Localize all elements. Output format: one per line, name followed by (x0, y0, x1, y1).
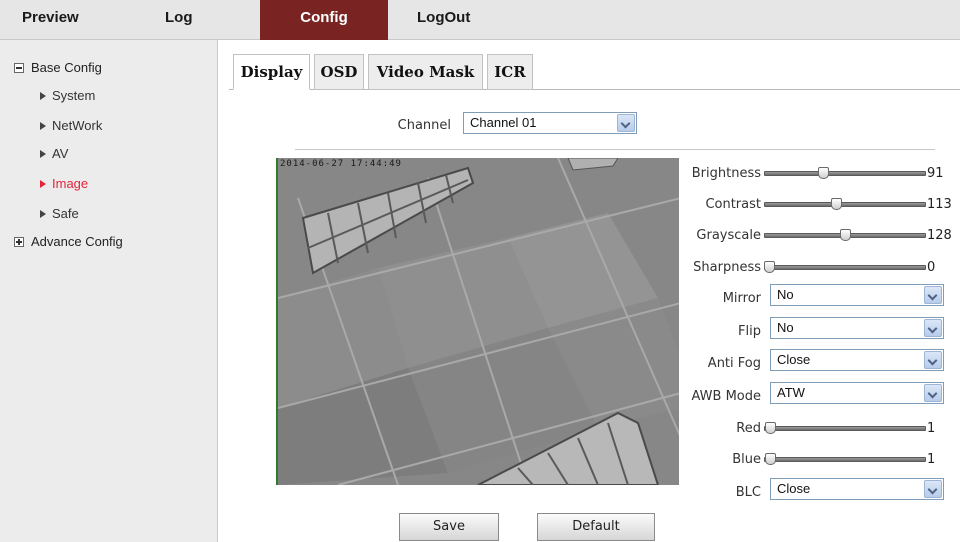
nav-config[interactable]: Config (260, 0, 388, 40)
contrast-value: 113 (927, 197, 952, 212)
sidebar-item-label: NetWork (52, 118, 103, 133)
tree-group-label: Advance Config (31, 234, 123, 249)
slider-thumb[interactable] (764, 261, 775, 273)
chevron-down-icon (924, 319, 942, 337)
contrast-label: Contrast (705, 197, 761, 212)
video-preview[interactable]: 2014-06-27 17:44:49 (276, 158, 679, 485)
save-button[interactable]: Save (399, 513, 499, 541)
tab-display[interactable]: Display (233, 54, 310, 90)
main-content: Display OSD Video Mask ICR Channel Chann… (229, 54, 960, 542)
brightness-slider[interactable] (764, 167, 926, 181)
red-value: 1 (927, 421, 936, 436)
sidebar-item-system[interactable]: System (40, 88, 95, 103)
anti-fog-select-value: Close (777, 352, 811, 367)
channel-select[interactable]: Channel 01 (463, 112, 637, 134)
sidebar-item-safe[interactable]: Safe (40, 206, 79, 221)
grayscale-slider[interactable] (764, 229, 926, 243)
slider-track (764, 457, 926, 462)
sharpness-slider[interactable] (764, 261, 926, 275)
brightness-value: 91 (927, 166, 944, 181)
nav-logout[interactable]: LogOut (417, 0, 497, 40)
chevron-down-icon (924, 480, 942, 498)
sidebar-item-image[interactable]: Image (40, 176, 88, 191)
sidebar-item-label: Image (52, 176, 89, 191)
red-label: Red (736, 421, 761, 436)
sharpness-value: 0 (927, 260, 936, 275)
slider-track (764, 171, 926, 176)
triangle-right-icon (40, 150, 46, 158)
sidebar-item-label: System (52, 88, 96, 103)
video-timestamp: 2014-06-27 17:44:49 (280, 159, 402, 169)
blue-value: 1 (927, 452, 936, 467)
blc-select-value: Close (777, 481, 811, 496)
anti-fog-label: Anti Fog (707, 356, 761, 371)
mirror-select-value: No (777, 287, 794, 302)
blc-label: BLC (735, 485, 761, 500)
red-slider[interactable] (764, 422, 926, 436)
sidebar-item-label: AV (52, 146, 69, 161)
slider-thumb[interactable] (818, 167, 829, 179)
awb-mode-label: AWB Mode (691, 389, 761, 404)
triangle-right-icon (40, 180, 46, 188)
tree-group-label: Base Config (31, 60, 102, 75)
awb-mode-select-value: ATW (777, 385, 805, 400)
tab-osd[interactable]: OSD (314, 54, 364, 90)
grayscale-value: 128 (927, 228, 952, 243)
grayscale-label: Grayscale (696, 228, 761, 243)
chevron-down-icon (924, 384, 942, 402)
mirror-label: Mirror (722, 291, 761, 306)
sharpness-label: Sharpness (693, 260, 761, 275)
slider-track (764, 265, 926, 270)
chevron-down-icon (617, 114, 635, 132)
blc-select[interactable]: Close (770, 478, 944, 500)
collapse-icon[interactable] (14, 63, 24, 73)
tab-video-mask[interactable]: Video Mask (368, 54, 483, 90)
contrast-slider[interactable] (764, 198, 926, 212)
blue-slider[interactable] (764, 453, 926, 467)
channel-label: Channel (397, 118, 451, 133)
sidebar: Base Config System NetWork AV Image Safe… (0, 40, 218, 542)
tab-icr[interactable]: ICR (487, 54, 533, 90)
flip-select-value: No (777, 320, 794, 335)
mirror-select[interactable]: No (770, 284, 944, 306)
slider-track (764, 202, 926, 207)
divider (295, 149, 935, 150)
slider-thumb[interactable] (765, 453, 776, 465)
flip-label: Flip (738, 324, 761, 339)
video-frame (278, 158, 679, 485)
nav-log[interactable]: Log (165, 0, 215, 40)
slider-track (764, 426, 926, 431)
tab-bar: Display OSD Video Mask ICR (229, 54, 960, 90)
triangle-right-icon (40, 122, 46, 130)
slider-thumb[interactable] (765, 422, 776, 434)
anti-fog-select[interactable]: Close (770, 349, 944, 371)
chevron-down-icon (924, 286, 942, 304)
chevron-down-icon (924, 351, 942, 369)
expand-icon[interactable] (14, 237, 24, 247)
triangle-right-icon (40, 210, 46, 218)
channel-select-value: Channel 01 (470, 115, 537, 130)
sidebar-item-label: Safe (52, 206, 79, 221)
brightness-label: Brightness (691, 166, 761, 181)
awb-mode-select[interactable]: ATW (770, 382, 944, 404)
top-navigation: Preview Log Config LogOut (0, 0, 960, 40)
sidebar-item-network[interactable]: NetWork (40, 118, 102, 133)
default-button[interactable]: Default (537, 513, 655, 541)
sidebar-item-av[interactable]: AV (40, 146, 68, 161)
blue-label: Blue (732, 452, 761, 467)
nav-preview[interactable]: Preview (22, 0, 102, 40)
flip-select[interactable]: No (770, 317, 944, 339)
tree-group-base-config[interactable]: Base Config (14, 60, 102, 75)
tree-group-advance-config[interactable]: Advance Config (14, 234, 123, 249)
triangle-right-icon (40, 92, 46, 100)
slider-thumb[interactable] (840, 229, 851, 241)
slider-thumb[interactable] (831, 198, 842, 210)
